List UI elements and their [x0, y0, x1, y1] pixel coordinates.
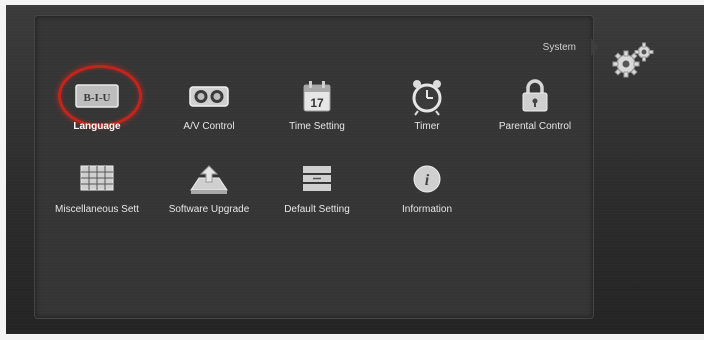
menu-item-software-upgrade[interactable]: Software Upgrade: [154, 160, 264, 230]
menu-item-label: Default Setting: [284, 204, 350, 215]
menu-item-label: Parental Control: [498, 121, 572, 132]
alarm-clock-icon: [412, 80, 442, 116]
menu-item-label: Timer: [414, 121, 440, 132]
section-pointer: [591, 38, 599, 56]
default-setting-icon: [303, 166, 331, 191]
menu-item-label: Miscellaneous Sett: [55, 204, 139, 215]
menu-item-default-setting[interactable]: Default Setting: [262, 160, 372, 230]
menu-item-parental-control[interactable]: Parental Control: [480, 77, 590, 147]
menu-item-label: Time Setting: [289, 121, 345, 132]
language-icon-text: B-I-U: [84, 92, 111, 104]
svg-text:i: i: [425, 172, 430, 189]
menu-item-time-setting[interactable]: 17 Time Setting: [262, 77, 372, 147]
menu-item-timer[interactable]: Timer: [372, 77, 482, 147]
calendar-icon: 17: [303, 81, 331, 112]
menu-item-information[interactable]: i Information: [372, 160, 482, 230]
calendar-day: 17: [310, 96, 324, 110]
section-title: System: [542, 42, 576, 53]
menu-item-label: Language: [73, 121, 121, 132]
gears-icon: [612, 42, 654, 78]
menu-item-miscellaneous[interactable]: Miscellaneous Sett: [42, 160, 152, 230]
language-icon: B-I-U: [75, 84, 119, 108]
menu-item-label: Software Upgrade: [168, 204, 250, 215]
info-icon: i: [413, 165, 441, 193]
menu-item-language[interactable]: B-I-U Language: [42, 77, 152, 147]
grid-table-icon: [80, 165, 114, 191]
menu-item-label: Information: [401, 204, 453, 215]
av-control-icon: [189, 86, 229, 107]
lock-icon: [522, 79, 548, 112]
tv-screen: System B-I-U Language A/V Control 17 Tim…: [6, 5, 704, 334]
menu-item-av-control[interactable]: A/V Control: [154, 77, 264, 147]
menu-item-label: A/V Control: [183, 121, 235, 132]
upgrade-icon: [190, 165, 228, 194]
